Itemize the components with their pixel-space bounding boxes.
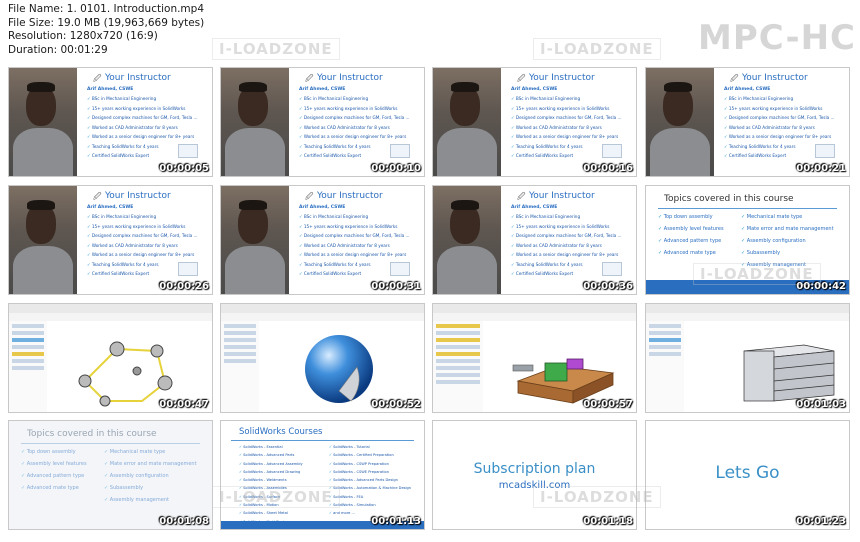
watermark: I-LOADZONE (212, 486, 340, 508)
courses-right: SolidWorks - TutorialSolidWorks - Certif… (329, 445, 411, 520)
timestamp: 00:00:16 (583, 163, 633, 174)
slide-title: Your Instructor (93, 191, 171, 205)
timestamp: 00:00:47 (159, 399, 209, 410)
cswe-badge (390, 262, 410, 276)
slide-title: Your Instructor (305, 73, 383, 87)
cswe-badge (178, 144, 198, 158)
file-size: File Size: 19.0 MB (19,963,669 bytes) (8, 16, 205, 29)
thumbnail-5[interactable]: Your Instructor Arif Ahmed, CSWE BSc in … (8, 185, 213, 295)
thumbnail-2[interactable]: Your Instructor Arif Ahmed, CSWE BSc in … (220, 67, 425, 177)
title-underline (658, 208, 837, 209)
thumbnail-14[interactable]: SolidWorks Courses SolidWorks - Essentia… (220, 420, 425, 530)
instructor-name: Arif Ahmed, CSWE (299, 205, 346, 210)
thumbnail-15[interactable]: Subscription plan mcadskill.com 00:01:18 (432, 420, 637, 530)
instructor-name: Arif Ahmed, CSWE (511, 87, 558, 92)
mpc-hc-logo: MPC-HC (697, 18, 856, 58)
timestamp: 00:00:05 (159, 163, 209, 174)
title-underline (21, 443, 200, 444)
lets-go-text: Lets Go (715, 463, 780, 483)
timestamp: 00:01:08 (159, 516, 209, 527)
thumbnail-12[interactable]: 00:01:03 (645, 303, 850, 413)
cswe-badge (602, 262, 622, 276)
timestamp: 00:00:21 (796, 163, 846, 174)
feature-tree (433, 321, 484, 412)
thumbnail-13[interactable]: Topics covered in this course Top down a… (8, 420, 213, 530)
thumbnail-1[interactable]: Your Instructor Arif Ahmed, CSWE BSc in … (8, 67, 213, 177)
cswe-badge (815, 144, 835, 158)
instructor-name: Arif Ahmed, CSWE (87, 87, 134, 92)
instructor-photo (433, 68, 501, 176)
title-underline (231, 440, 414, 441)
thumbnail-9[interactable]: 00:00:47 (8, 303, 213, 413)
thumbnail-10[interactable]: 00:00:52 (220, 303, 425, 413)
timestamp: 00:00:36 (583, 281, 633, 292)
file-resolution: Resolution: 1280x720 (16:9) (8, 30, 158, 42)
thumbnail-4[interactable]: Your Instructor Arif Ahmed, CSWE BSc in … (645, 67, 850, 177)
thumbnail-11[interactable]: 00:00:57 (432, 303, 637, 413)
timestamp: 00:00:10 (371, 163, 421, 174)
slide-title: Your Instructor (93, 73, 171, 87)
instructor-photo (433, 186, 501, 294)
slide-title: Your Instructor (517, 191, 595, 205)
slide-title: Your Instructor (730, 73, 808, 87)
instructor-name: Arif Ahmed, CSWE (87, 205, 134, 210)
topics-left: Top down assemblyAssembly level features… (21, 449, 87, 497)
cswe-badge (390, 144, 410, 158)
instructor-name: Arif Ahmed, CSWE (511, 205, 558, 210)
watermark: I-LOADZONE (533, 38, 661, 60)
feature-tree (9, 321, 48, 412)
topics-right: Mechanical mate typeMate error and mate … (104, 449, 197, 509)
timestamp: 00:00:26 (159, 281, 209, 292)
thumbnail-6[interactable]: Your Instructor Arif Ahmed, CSWE BSc in … (220, 185, 425, 295)
instructor-photo (9, 68, 77, 176)
timestamp: 00:01:18 (583, 516, 633, 527)
thumbnail-7[interactable]: Your Instructor Arif Ahmed, CSWE BSc in … (432, 185, 637, 295)
slide-title: Your Instructor (517, 73, 595, 87)
instructor-photo (221, 68, 289, 176)
feature-tree (646, 321, 685, 412)
slide-title: Topics covered in this course (664, 194, 794, 204)
file-name: File Name: 1. 0101. Introduction.mp4 (8, 3, 205, 15)
slide-title: SolidWorks Courses (239, 427, 323, 437)
instructor-name: Arif Ahmed, CSWE (299, 87, 346, 92)
watermark: I-LOADZONE (693, 263, 821, 285)
slide-title: Topics covered in this course (27, 429, 157, 439)
file-info: File Name: 1. 0101. Introduction.mp4 Fil… (8, 3, 204, 57)
instructor-photo (9, 186, 77, 294)
cswe-badge (178, 262, 198, 276)
watermark: I-LOADZONE (533, 486, 661, 508)
slide-title: Your Instructor (305, 191, 383, 205)
instructor-photo (221, 186, 289, 294)
thumbnail-16[interactable]: Lets Go 00:01:23 (645, 420, 850, 530)
instructor-photo (646, 68, 714, 176)
timestamp: 00:00:57 (583, 399, 633, 410)
timestamp: 00:01:13 (371, 516, 421, 527)
watermark: I-LOADZONE (212, 38, 340, 60)
topics-left: Top down assemblyAssembly level features… (658, 214, 724, 262)
timestamp: 00:01:23 (796, 516, 846, 527)
timestamp: 00:01:03 (796, 399, 846, 410)
subscription-title: Subscription plan (473, 461, 596, 477)
instructor-name: Arif Ahmed, CSWE (724, 87, 771, 92)
file-duration: Duration: 00:01:29 (8, 43, 108, 56)
timestamp: 00:00:52 (371, 399, 421, 410)
thumbnail-3[interactable]: Your Instructor Arif Ahmed, CSWE BSc in … (432, 67, 637, 177)
timestamp: 00:00:31 (371, 281, 421, 292)
feature-tree (221, 321, 260, 412)
cswe-badge (602, 144, 622, 158)
